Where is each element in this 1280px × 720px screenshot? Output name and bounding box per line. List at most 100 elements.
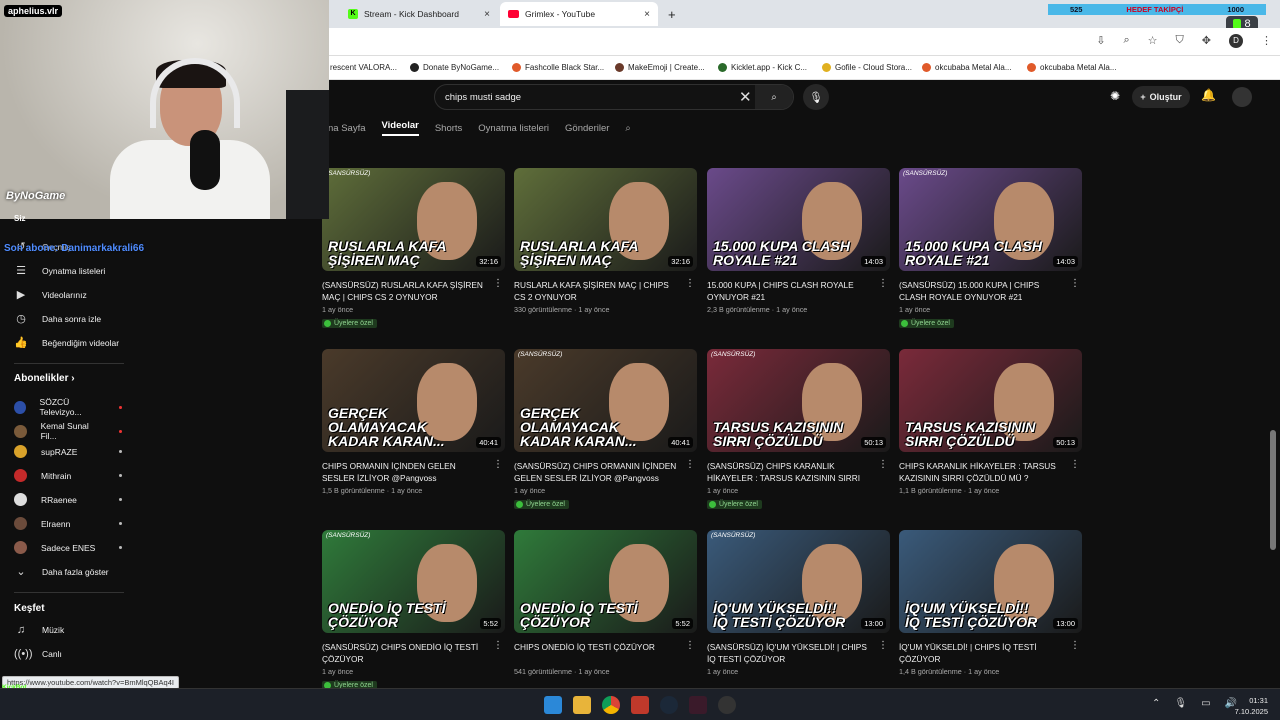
subscription-item[interactable]: Elraenn (14, 517, 122, 530)
close-tab-icon[interactable]: × (484, 9, 490, 20)
show-more-button[interactable]: ⌄ Daha fazla göster (14, 565, 108, 578)
shield-icon[interactable]: ⛉ (1176, 34, 1184, 48)
install-icon[interactable]: ⇩ (1096, 34, 1105, 48)
video-card[interactable]: İQ'UM YÜKSELDİ!! İQ TESTİ ÇÖZÜYOR 13:00 İQ… (899, 530, 1082, 676)
sidebar-item-your-videos[interactable]: ▶ Videolarınız (14, 288, 87, 301)
more-options-icon[interactable]: ⋮ (1070, 640, 1080, 651)
video-title[interactable]: (SANSÜRSÜZ) 15.000 KUPA | CHIPS CLASH RO… (899, 279, 1064, 303)
extensions-icon[interactable]: ✥ (1202, 34, 1211, 48)
tab-youtube[interactable]: Grimlex - YouTube × (500, 2, 658, 26)
bookmark-item[interactable]: Kicklet.app - Kick C... (718, 63, 807, 72)
more-options-icon[interactable]: ⋮ (685, 640, 695, 651)
more-options-icon[interactable]: ⋮ (878, 459, 888, 470)
video-thumbnail[interactable]: ONEDİO İQ TESTİ ÇÖZÜYOR 5:52 (514, 530, 697, 633)
profile-avatar[interactable]: D (1229, 34, 1243, 48)
voice-search-button[interactable]: 🎙 (803, 84, 829, 110)
more-options-icon[interactable]: ⋮ (1070, 278, 1080, 289)
bookmark-item[interactable]: Donate ByNoGame... (410, 63, 499, 72)
mic-icon[interactable]: 🎙 (1174, 698, 1187, 709)
new-tab-button[interactable]: + (660, 2, 682, 26)
bookmark-star-icon[interactable]: ☆ (1148, 34, 1158, 48)
video-card[interactable]: (SANSÜRSÜZ) TARSUS KAZISININ SIRRI ÇÖZÜLD… (707, 349, 890, 513)
more-options-icon[interactable]: ⋮ (685, 278, 695, 289)
search-button[interactable]: ⌕ (755, 85, 793, 109)
video-thumbnail[interactable]: TARSUS KAZISININ SIRRI ÇÖZÜLDÜ 50:13 (899, 349, 1082, 452)
subscription-item[interactable]: SÖZCÜ Televizyo... (14, 397, 122, 417)
channel-search-icon[interactable]: ⌕ (625, 123, 630, 134)
scrollbar[interactable] (1270, 430, 1276, 550)
video-title[interactable]: CHIPS ORMANIN İÇİNDEN GELEN SESLER İZLİY… (322, 460, 487, 484)
chrome-icon[interactable] (602, 696, 620, 714)
network-icon[interactable]: ▭ (1201, 698, 1210, 709)
search-input[interactable]: chips musti sadge ✕ ⌕ (434, 84, 794, 110)
video-thumbnail[interactable]: (SANSÜRSÜZ) GERÇEK OLAMAYACAK KADAR KARAN… (514, 349, 697, 452)
video-thumbnail[interactable]: (SANSÜRSÜZ) TARSUS KAZISININ SIRRI ÇÖZÜLD… (707, 349, 890, 452)
video-title[interactable]: (SANSÜRSÜZ) İQ'UM YÜKSELDİ! | CHIPS İQ T… (707, 641, 872, 665)
app-icon[interactable] (689, 696, 707, 714)
video-card[interactable]: (SANSÜRSÜZ) 15.000 KUPA CLASH ROYALE #21 1… (899, 168, 1082, 332)
more-options-icon[interactable]: ⋮ (685, 459, 695, 470)
video-card[interactable]: RUSLARLA KAFA ŞİŞİREN MAÇ 32:16 RUSLARLA K… (514, 168, 697, 314)
video-title[interactable]: (SANSÜRSÜZ) CHIPS ONEDİO İQ TESTİ ÇÖZÜYO… (322, 641, 487, 665)
video-card[interactable]: ONEDİO İQ TESTİ ÇÖZÜYOR 5:52 CHIPS ONEDİO … (514, 530, 697, 676)
tab-shorts[interactable]: Shorts (435, 123, 462, 134)
more-options-icon[interactable]: ⋮ (878, 278, 888, 289)
video-thumbnail[interactable]: GERÇEK OLAMAYACAK KADAR KARAN... 40:41 (322, 349, 505, 452)
video-title[interactable]: İQ'UM YÜKSELDİ! | CHIPS İQ TESTİ ÇÖZÜYOR (899, 641, 1064, 665)
chevron-up-icon[interactable]: ⌃ (1152, 698, 1160, 709)
steam-icon[interactable] (660, 696, 678, 714)
tab-posts[interactable]: Gönderiler (565, 123, 609, 134)
sidebar-item-liked-videos[interactable]: 👍 Beğendiğim videolar (14, 336, 119, 349)
video-title[interactable]: CHIPS ONEDİO İQ TESTİ ÇÖZÜYOR (514, 641, 679, 665)
sidebar-item-live[interactable]: ((•)) Canlı (14, 648, 62, 660)
video-title[interactable]: (SANSÜRSÜZ) CHIPS ORMANIN İÇİNDEN GELEN … (514, 460, 679, 484)
more-options-icon[interactable]: ⋮ (493, 640, 503, 651)
bookmark-item[interactable]: Gofile - Cloud Stora... (822, 63, 912, 72)
tab-videos[interactable]: Videolar (381, 120, 419, 136)
video-thumbnail[interactable]: 15.000 KUPA CLASH ROYALE #21 14:03 (707, 168, 890, 271)
avatar[interactable] (1232, 87, 1252, 107)
video-card[interactable]: TARSUS KAZISININ SIRRI ÇÖZÜLDÜ 50:13 CHIPS… (899, 349, 1082, 495)
subscription-item[interactable]: RRaenee (14, 493, 122, 506)
bookmark-item[interactable]: rescent VALORA... (330, 63, 397, 72)
video-card[interactable]: 15.000 KUPA CLASH ROYALE #21 14:03 15.000 … (707, 168, 890, 314)
close-tab-icon[interactable]: × (644, 9, 650, 20)
create-button[interactable]: + Oluştur (1132, 86, 1190, 108)
video-thumbnail[interactable]: (SANSÜRSÜZ) 15.000 KUPA CLASH ROYALE #21 1… (899, 168, 1082, 271)
video-thumbnail[interactable]: RUSLARLA KAFA ŞİŞİREN MAÇ 32:16 (514, 168, 697, 271)
subscription-item[interactable]: supRAZE (14, 445, 122, 458)
windows-start-icon[interactable] (544, 696, 562, 714)
more-options-icon[interactable]: ⋮ (1070, 459, 1080, 470)
video-title[interactable]: (SANSÜRSÜZ) CHIPS KARANLIK HİKAYELER : T… (707, 460, 872, 484)
video-title[interactable]: 15.000 KUPA | CHIPS CLASH ROYALE OYNUYOR… (707, 279, 872, 303)
file-explorer-icon[interactable] (573, 696, 591, 714)
zoom-icon[interactable]: ⌕ (1123, 34, 1129, 48)
bell-icon[interactable]: 🔔 (1201, 88, 1216, 102)
more-options-icon[interactable]: ⋮ (878, 640, 888, 651)
video-thumbnail[interactable]: (SANSÜRSÜZ) İQ'UM YÜKSELDİ!! İQ TESTİ ÇÖZ… (707, 530, 890, 633)
more-options-icon[interactable]: ⋮ (493, 459, 503, 470)
video-thumbnail[interactable]: (SANSÜRSÜZ) ONEDİO İQ TESTİ ÇÖZÜYOR 5:52 (322, 530, 505, 633)
video-thumbnail[interactable]: İQ'UM YÜKSELDİ!! İQ TESTİ ÇÖZÜYOR 13:00 (899, 530, 1082, 633)
more-options-icon[interactable]: ⋮ (493, 278, 503, 289)
clear-search-icon[interactable]: ✕ (739, 88, 752, 106)
subscription-item[interactable]: Kemal Sunal Fil... (14, 421, 123, 441)
sidebar-item-watch-later[interactable]: ◷ Daha sonra izle (14, 312, 101, 325)
sparkle-icon[interactable]: ✺ (1110, 89, 1120, 103)
video-card[interactable]: GERÇEK OLAMAYACAK KADAR KARAN... 40:41 CHI… (322, 349, 505, 495)
video-title[interactable]: CHIPS KARANLIK HİKAYELER : TARSUS KAZISI… (899, 460, 1064, 484)
sidebar-item-playlists[interactable]: ☰ Oynatma listeleri (14, 264, 105, 277)
subscription-item[interactable]: Sadece ENES (14, 541, 122, 554)
video-title[interactable]: (SANSÜRSÜZ) RUSLARLA KAFA ŞİŞİREN MAÇ | … (322, 279, 487, 303)
taskbar-clock[interactable]: 01:31 7.10.2025 (1235, 695, 1268, 717)
video-card[interactable]: (SANSÜRSÜZ) ONEDİO İQ TESTİ ÇÖZÜYOR 5:52 (S… (322, 530, 505, 694)
tab-kick-dashboard[interactable]: K Stream - Kick Dashboard × (340, 2, 498, 26)
bookmark-item[interactable]: Fashcolle Black Star... (512, 63, 604, 72)
video-card[interactable]: (SANSÜRSÜZ) RUSLARLA KAFA ŞİŞİREN MAÇ 32:1… (322, 168, 505, 332)
bookmark-item[interactable]: okcubaba Metal Ala... (1027, 63, 1117, 72)
subscription-item[interactable]: Mithrain (14, 469, 122, 482)
video-card[interactable]: (SANSÜRSÜZ) İQ'UM YÜKSELDİ!! İQ TESTİ ÇÖZ… (707, 530, 890, 676)
bookmark-item[interactable]: MakeEmoji | Create... (615, 63, 705, 72)
sidebar-item-music[interactable]: ♫ Müzik (14, 624, 64, 636)
obs-app-icon[interactable] (631, 696, 649, 714)
